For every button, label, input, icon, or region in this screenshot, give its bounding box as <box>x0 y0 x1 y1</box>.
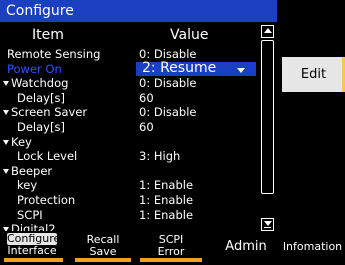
row-watchdog-delay[interactable]: Delay[s] 60 <box>0 91 258 106</box>
row-label: Watchdog <box>11 76 69 91</box>
row-label: Delay[s] <box>17 90 65 105</box>
row-beeper[interactable]: Beeper <box>0 164 258 179</box>
row-label: Delay[s] <box>17 119 65 134</box>
softkey-admin[interactable]: Admin <box>215 231 277 262</box>
table-rows: Remote Sensing 0: Disable Power On 2: Re… <box>0 47 258 231</box>
expand-triangle-icon[interactable] <box>3 81 9 87</box>
title-bar: Configure <box>0 0 277 22</box>
row-value: 1: Enable <box>139 207 194 222</box>
row-value: 1: Enable <box>139 192 194 207</box>
row-value: 0: Disable <box>139 105 197 120</box>
expand-triangle-icon[interactable] <box>3 168 9 174</box>
row-label: Lock Level <box>17 149 78 164</box>
row-beeper-scpi[interactable]: SCPI 1: Enable <box>0 208 258 223</box>
row-value: 60 <box>139 119 154 134</box>
row-value: 3: High <box>139 149 181 164</box>
arrow-up-icon <box>264 28 272 33</box>
scrollbar-track[interactable] <box>261 40 274 194</box>
page-title: Configure <box>6 3 74 19</box>
row-beeper-key[interactable]: key 1: Enable <box>0 178 258 193</box>
row-beeper-protection[interactable]: Protection 1: Enable <box>0 193 258 208</box>
softkey-accent-3 <box>140 258 202 262</box>
row-label: Screen Saver <box>11 105 88 120</box>
row-lock-level[interactable]: Lock Level 3: High <box>0 149 258 164</box>
row-label: Power On <box>7 61 62 76</box>
scroll-down-button[interactable] <box>261 218 274 231</box>
row-digital2[interactable]: Digital2 <box>0 222 258 231</box>
softkey-accent-1 <box>4 258 63 262</box>
scroll-end-line <box>264 227 271 228</box>
softkey-line2: Save <box>89 245 117 258</box>
softkey-accent-2 <box>75 258 131 262</box>
row-power-on[interactable]: Power On 2: Resume <box>0 59 258 77</box>
row-label: Digital2 <box>11 222 56 231</box>
row-screen-saver-delay[interactable]: Delay[s] 60 <box>0 120 258 135</box>
row-label: Remote Sensing <box>7 47 101 61</box>
row-value: 60 <box>139 90 154 105</box>
softkey-line2: Interface <box>7 244 57 257</box>
row-screen-saver[interactable]: Screen Saver 0: Disable <box>0 105 258 120</box>
row-key[interactable]: Key <box>0 135 258 150</box>
expand-triangle-icon[interactable] <box>3 110 9 116</box>
softkey-information[interactable]: Infomation <box>280 231 345 262</box>
scroll-up-button[interactable] <box>261 25 274 38</box>
row-watchdog[interactable]: Watchdog 0: Disable <box>0 76 258 91</box>
column-header-item: Item <box>32 27 64 43</box>
row-label: key <box>17 178 38 193</box>
softkey-line2: Error <box>157 245 185 258</box>
row-label: SCPI <box>17 207 43 222</box>
arrow-down-icon <box>264 221 272 226</box>
row-label: Protection <box>17 192 76 207</box>
chevron-down-icon <box>237 67 245 73</box>
column-header-value: Value <box>170 27 209 43</box>
table-header: Item Value <box>0 25 260 45</box>
row-value: 1: Enable <box>139 178 194 193</box>
row-remote-sensing[interactable]: Remote Sensing 0: Disable <box>0 47 258 62</box>
row-label: Key <box>11 134 32 149</box>
edit-button[interactable]: Edit <box>282 57 345 92</box>
row-label: Beeper <box>11 163 53 178</box>
row-value: 0: Disable <box>139 76 197 91</box>
expand-triangle-icon[interactable] <box>3 139 9 145</box>
config-table: Item Value Remote Sensing 0: Disable Pow… <box>0 22 277 231</box>
select-value: 2: Resume <box>142 59 217 76</box>
power-on-select[interactable]: 2: Resume <box>136 59 256 77</box>
